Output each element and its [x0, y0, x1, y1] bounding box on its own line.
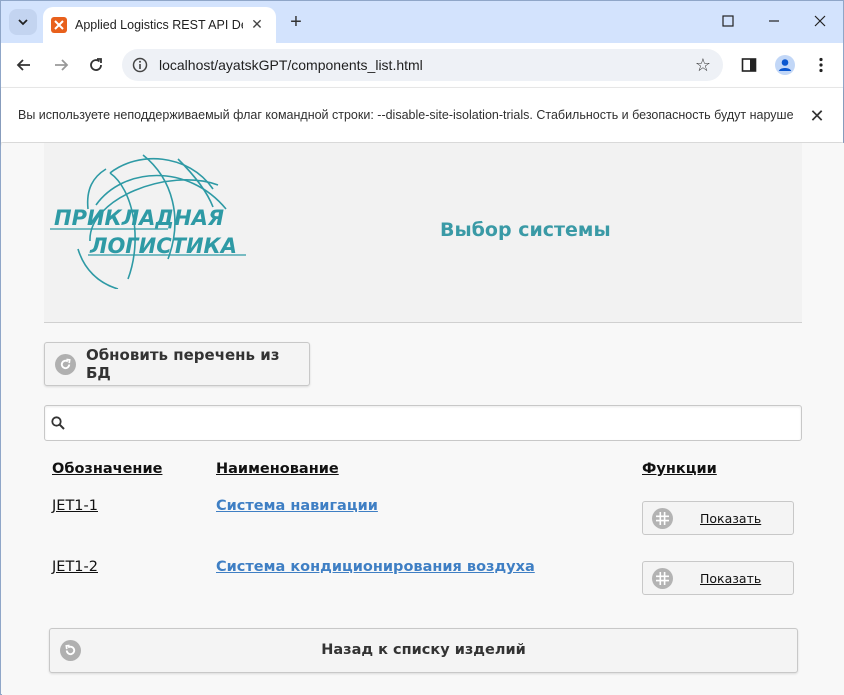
side-panel-icon [741, 58, 757, 72]
maximize-button[interactable] [705, 1, 751, 41]
browser-window: Applied Logistics REST API Demo ✕ + loca… [0, 0, 844, 695]
browser-tab[interactable]: Applied Logistics REST API Demo ✕ [43, 7, 276, 43]
forward-nav-button[interactable] [47, 51, 75, 79]
xampp-favicon-icon [51, 17, 67, 33]
minimize-icon [769, 20, 779, 22]
grid-icon [652, 507, 673, 529]
back-button-label: Назад к списку изделий [321, 642, 526, 658]
page-content: ПРИКЛАДНАЯ ЛОГИСТИКА Выбор системы Обнов… [2, 143, 844, 695]
refresh-button-label: Обновить перечень из БД [85, 346, 280, 382]
warning-infobar: Вы используете неподдерживаемый флаг ком… [1, 87, 843, 142]
close-icon [814, 15, 826, 27]
kebab-menu-icon [819, 57, 823, 73]
tab-close-icon[interactable]: ✕ [248, 16, 266, 34]
maximize-icon [722, 15, 734, 27]
row-name-link[interactable]: Система кондиционирования воздуха [216, 559, 535, 575]
column-header-name[interactable]: Наименование [216, 461, 339, 477]
side-panel-button[interactable] [735, 51, 763, 79]
page-title: Выбор системы [440, 219, 611, 241]
search-input[interactable] [71, 410, 791, 436]
show-button[interactable]: Показать [642, 561, 794, 595]
back-nav-button[interactable] [10, 51, 38, 79]
arrow-right-icon [55, 59, 69, 71]
svg-text:ПРИКЛАДНАЯ: ПРИКЛАДНАЯ [54, 206, 224, 230]
reload-icon [90, 58, 102, 71]
page-header: ПРИКЛАДНАЯ ЛОГИСТИКА Выбор системы [44, 143, 802, 323]
refresh-list-button[interactable]: Обновить перечень из БД [44, 342, 310, 386]
url-text: localhost/ayatskGPT/components_list.html [159, 57, 423, 73]
bookmark-star-icon[interactable]: ☆ [695, 55, 711, 76]
reload-button[interactable] [82, 51, 110, 79]
search-box[interactable] [44, 405, 802, 441]
refresh-icon [55, 353, 76, 375]
company-logo: ПРИКЛАДНАЯ ЛОГИСТИКА [50, 154, 246, 289]
profile-button[interactable] [771, 51, 799, 79]
row-code-link[interactable]: JET1-1 [52, 498, 98, 514]
menu-button[interactable] [807, 51, 835, 79]
infobar-close-icon[interactable]: ✕ [807, 106, 827, 127]
column-header-code[interactable]: Обозначение [52, 461, 162, 477]
show-button[interactable]: Показать [642, 501, 794, 535]
row-code-link[interactable]: JET1-2 [52, 559, 98, 575]
address-bar[interactable]: localhost/ayatskGPT/components_list.html… [122, 49, 723, 81]
arrow-left-icon [16, 59, 30, 71]
tab-search-button[interactable] [9, 9, 37, 35]
infobar-text: Вы используете неподдерживаемый флаг ком… [18, 108, 794, 122]
back-to-products-button[interactable]: Назад к списку изделий [49, 628, 798, 673]
site-info-icon[interactable] [132, 57, 148, 73]
show-button-label: Показать [700, 571, 762, 586]
column-header-functions[interactable]: Функции [642, 461, 717, 477]
tab-title: Applied Logistics REST API Demo [75, 18, 243, 32]
row-name-link[interactable]: Система навигации [216, 498, 378, 514]
show-button-label: Показать [700, 511, 762, 526]
chevron-down-icon [18, 19, 28, 26]
close-window-button[interactable] [797, 1, 843, 41]
avatar-icon [775, 55, 795, 75]
search-icon [51, 416, 65, 430]
grid-icon [652, 567, 673, 589]
new-tab-button[interactable]: + [284, 10, 308, 34]
minimize-button[interactable] [751, 1, 797, 41]
svg-text:ЛОГИСТИКА: ЛОГИСТИКА [89, 234, 237, 258]
browser-toolbar: localhost/ayatskGPT/components_list.html… [1, 43, 843, 87]
